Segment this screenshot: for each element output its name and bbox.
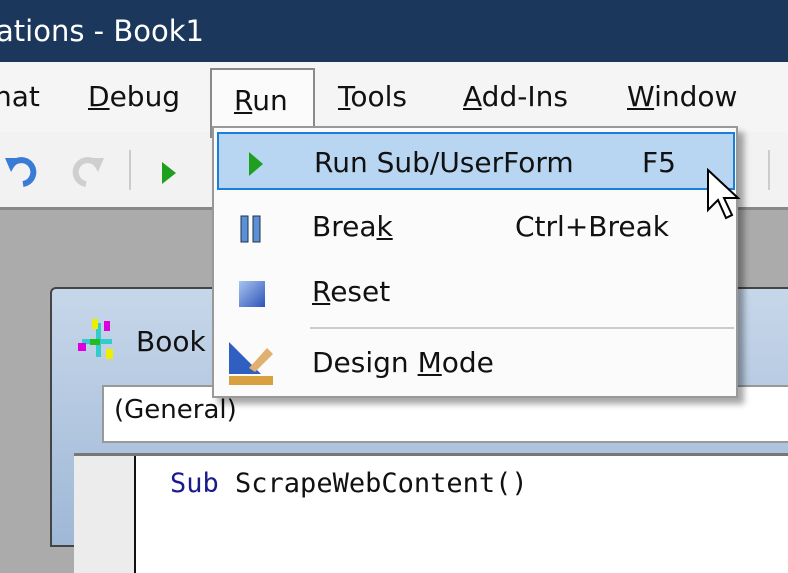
run-icon[interactable] — [160, 160, 180, 186]
window-title: ations - Book1 — [0, 14, 204, 48]
margin-indicator-bar[interactable] — [74, 456, 136, 573]
menu-separator — [310, 327, 734, 329]
redo-icon[interactable] — [68, 152, 104, 188]
menu-item-design-mode[interactable]: Design Mode — [217, 334, 735, 392]
code-line: Sub ScrapeWebContent() — [170, 468, 528, 499]
toolbar-separator — [129, 150, 131, 190]
menu-item-break[interactable]: Break Ctrl+Break — [217, 198, 735, 256]
mouse-cursor-icon — [707, 168, 741, 220]
toolbar-separator — [768, 150, 770, 190]
code-editor[interactable]: Sub ScrapeWebContent() — [74, 453, 788, 573]
menu-window[interactable]: Window — [627, 80, 737, 113]
menu-item-run-sub-userform[interactable]: Run Sub/UserForm F5 — [217, 132, 735, 190]
run-menu-dropdown: Run Sub/UserForm F5 Break Ctrl+Break Res… — [212, 126, 738, 398]
menu-run[interactable]: Run — [234, 84, 288, 117]
menu-bar: nat Debug Tools Add-Ins Window — [0, 62, 788, 132]
menu-debug[interactable]: Debug — [88, 80, 180, 113]
design-mode-icon — [229, 342, 273, 385]
pause-icon — [240, 215, 261, 243]
undo-icon[interactable] — [5, 152, 41, 188]
menu-item-reset[interactable]: Reset — [217, 263, 735, 321]
stop-icon — [239, 281, 265, 307]
project-icon — [78, 319, 113, 359]
menu-tools[interactable]: Tools — [338, 80, 407, 113]
title-bar: ations - Book1 — [0, 0, 788, 62]
menu-format[interactable]: nat — [0, 80, 40, 113]
play-icon — [249, 152, 263, 176]
code-window-title: Book — [136, 325, 206, 358]
menu-add-ins[interactable]: Add-Ins — [463, 80, 568, 113]
